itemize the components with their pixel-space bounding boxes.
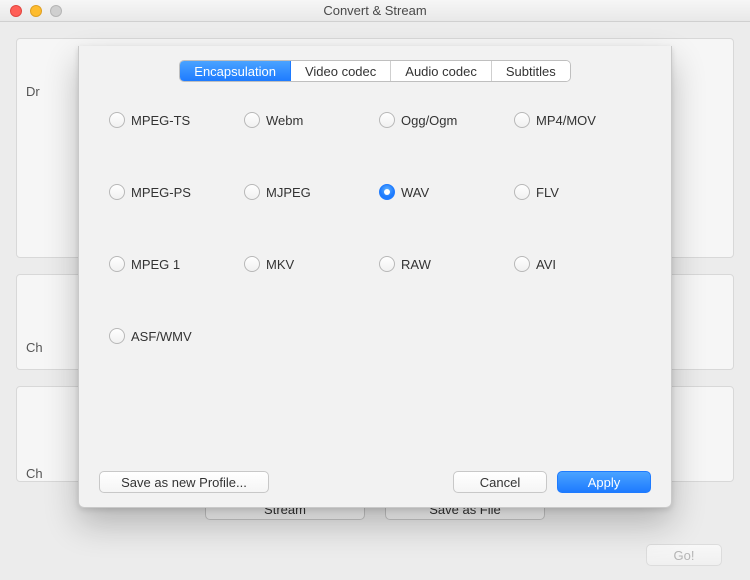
radio-label: MP4/MOV	[536, 113, 596, 128]
radio-icon[interactable]	[109, 256, 125, 272]
radio-icon[interactable]	[514, 256, 530, 272]
radio-label: MPEG-PS	[131, 185, 191, 200]
radio-icon[interactable]	[514, 184, 530, 200]
radio-mpeg-ps[interactable]: MPEG-PS	[109, 184, 236, 200]
radio-mpeg-1[interactable]: MPEG 1	[109, 256, 236, 272]
tab-audio-codec[interactable]: Audio codec	[391, 61, 492, 81]
radio-icon[interactable]	[379, 256, 395, 272]
tab-encapsulation[interactable]: Encapsulation	[180, 61, 291, 81]
radio-ogg-ogm[interactable]: Ogg/Ogm	[379, 112, 506, 128]
radio-icon[interactable]	[514, 112, 530, 128]
radio-label: MJPEG	[266, 185, 311, 200]
radio-webm[interactable]: Webm	[244, 112, 371, 128]
radio-mjpeg[interactable]: MJPEG	[244, 184, 371, 200]
radio-label: ASF/WMV	[131, 329, 192, 344]
parent-window-body: Dr Ch Ch Stream Save as File Go! Encapsu…	[0, 22, 750, 580]
drop-panel-label: Dr	[26, 84, 40, 99]
radio-label: MPEG 1	[131, 257, 180, 272]
radio-dot-icon	[384, 189, 390, 195]
choose-destination-label: Ch	[26, 466, 43, 481]
tab-subtitles[interactable]: Subtitles	[492, 61, 570, 81]
radio-mpeg-ts[interactable]: MPEG-TS	[109, 112, 236, 128]
sheet-footer: Save as new Profile... Cancel Apply	[99, 471, 651, 493]
profile-edit-sheet: EncapsulationVideo codecAudio codecSubti…	[78, 46, 672, 508]
radio-icon[interactable]	[109, 328, 125, 344]
window-title: Convert & Stream	[0, 3, 750, 18]
radio-icon[interactable]	[379, 184, 395, 200]
radio-label: RAW	[401, 257, 431, 272]
radio-label: MPEG-TS	[131, 113, 190, 128]
cancel-button[interactable]: Cancel	[453, 471, 547, 493]
radio-mp4-mov[interactable]: MP4/MOV	[514, 112, 641, 128]
radio-label: Ogg/Ogm	[401, 113, 457, 128]
radio-wav[interactable]: WAV	[379, 184, 506, 200]
radio-icon[interactable]	[379, 112, 395, 128]
radio-icon[interactable]	[244, 256, 260, 272]
radio-label: MKV	[266, 257, 294, 272]
save-as-new-profile-button[interactable]: Save as new Profile...	[99, 471, 269, 493]
tab-bar: EncapsulationVideo codecAudio codecSubti…	[103, 60, 647, 82]
radio-label: AVI	[536, 257, 556, 272]
go-button: Go!	[646, 544, 722, 566]
encapsulation-radio-group: MPEG-TS Webm Ogg/Ogm MP4/MOV MPEG-PS MJPEG WAV…	[103, 112, 647, 344]
radio-icon[interactable]	[244, 184, 260, 200]
radio-asf-wmv[interactable]: ASF/WMV	[109, 328, 236, 344]
radio-icon[interactable]	[109, 184, 125, 200]
radio-icon[interactable]	[244, 112, 260, 128]
radio-label: Webm	[266, 113, 303, 128]
radio-icon[interactable]	[109, 112, 125, 128]
radio-mkv[interactable]: MKV	[244, 256, 371, 272]
choose-profile-label: Ch	[26, 340, 43, 355]
window-titlebar: Convert & Stream	[0, 0, 750, 22]
radio-avi[interactable]: AVI	[514, 256, 641, 272]
radio-raw[interactable]: RAW	[379, 256, 506, 272]
apply-button[interactable]: Apply	[557, 471, 651, 493]
radio-label: WAV	[401, 185, 429, 200]
tab-video-codec[interactable]: Video codec	[291, 61, 391, 81]
radio-label: FLV	[536, 185, 559, 200]
radio-flv[interactable]: FLV	[514, 184, 641, 200]
